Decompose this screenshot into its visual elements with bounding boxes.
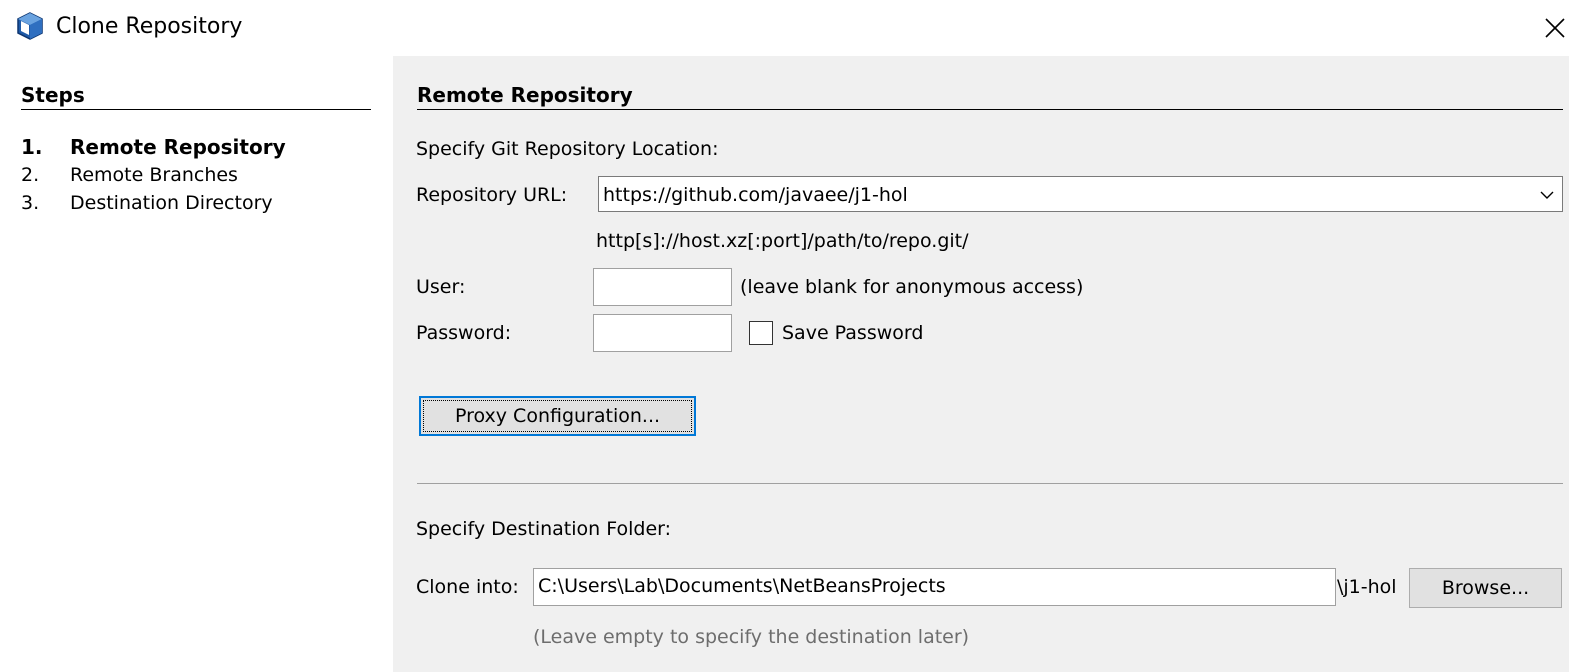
- steps-heading: Steps: [21, 83, 85, 107]
- clone-into-label: Clone into:: [416, 576, 519, 598]
- user-label: User:: [416, 276, 466, 298]
- step-remote-branches: 2. Remote Branches: [21, 162, 238, 188]
- destination-section-label: Specify Destination Folder:: [416, 518, 672, 540]
- proxy-configuration-button[interactable]: Proxy Configuration...: [419, 396, 696, 436]
- clone-into-hint: (Leave empty to specify the destination …: [533, 626, 970, 648]
- clone-into-suffix: \j1-hol: [1337, 576, 1397, 598]
- chevron-down-icon[interactable]: [1538, 186, 1556, 204]
- section-separator: [417, 483, 1563, 484]
- panel-title-divider: [417, 109, 1563, 110]
- clone-into-value[interactable]: C:\Users\Lab\Documents\NetBeansProjects: [538, 574, 946, 598]
- content-panel: Remote Repository Specify Git Repository…: [393, 56, 1569, 672]
- step-label: Remote Branches: [70, 164, 238, 186]
- repository-url-label: Repository URL:: [416, 184, 568, 206]
- password-label: Password:: [416, 322, 512, 344]
- clone-into-input[interactable]: C:\Users\Lab\Documents\NetBeansProjects: [533, 568, 1336, 606]
- save-password-checkbox[interactable]: [749, 321, 773, 345]
- user-input[interactable]: [593, 268, 732, 306]
- step-number: 1.: [21, 135, 43, 159]
- proxy-configuration-label[interactable]: Proxy Configuration...: [423, 400, 692, 432]
- step-destination-directory: 3. Destination Directory: [21, 190, 273, 216]
- steps-divider: [21, 109, 371, 110]
- step-label: Destination Directory: [70, 192, 273, 214]
- step-number: 2.: [21, 164, 40, 186]
- url-format-hint: http[s]://host.xz[:port]/path/to/repo.gi…: [596, 230, 969, 252]
- title-bar: Clone Repository: [0, 0, 1569, 56]
- panel-title: Remote Repository: [417, 83, 633, 107]
- step-number: 3.: [21, 192, 40, 214]
- location-section-label: Specify Git Repository Location:: [416, 138, 719, 160]
- step-label: Remote Repository: [70, 135, 286, 159]
- repository-url-value[interactable]: https://github.com/javaee/j1-hol: [603, 183, 908, 207]
- repository-url-combobox[interactable]: https://github.com/javaee/j1-hol: [598, 176, 1563, 212]
- close-icon[interactable]: [1536, 10, 1569, 43]
- netbeans-cube-icon: [17, 12, 43, 40]
- browse-button[interactable]: Browse...: [1409, 568, 1562, 608]
- user-hint: (leave blank for anonymous access): [740, 276, 1084, 298]
- step-remote-repository: 1. Remote Repository: [21, 134, 286, 160]
- save-password-label[interactable]: Save Password: [782, 321, 923, 345]
- window-title: Clone Repository: [56, 14, 243, 39]
- password-input[interactable]: [593, 314, 732, 352]
- steps-panel: Steps 1. Remote Repository 2. Remote Branc…: [0, 56, 393, 672]
